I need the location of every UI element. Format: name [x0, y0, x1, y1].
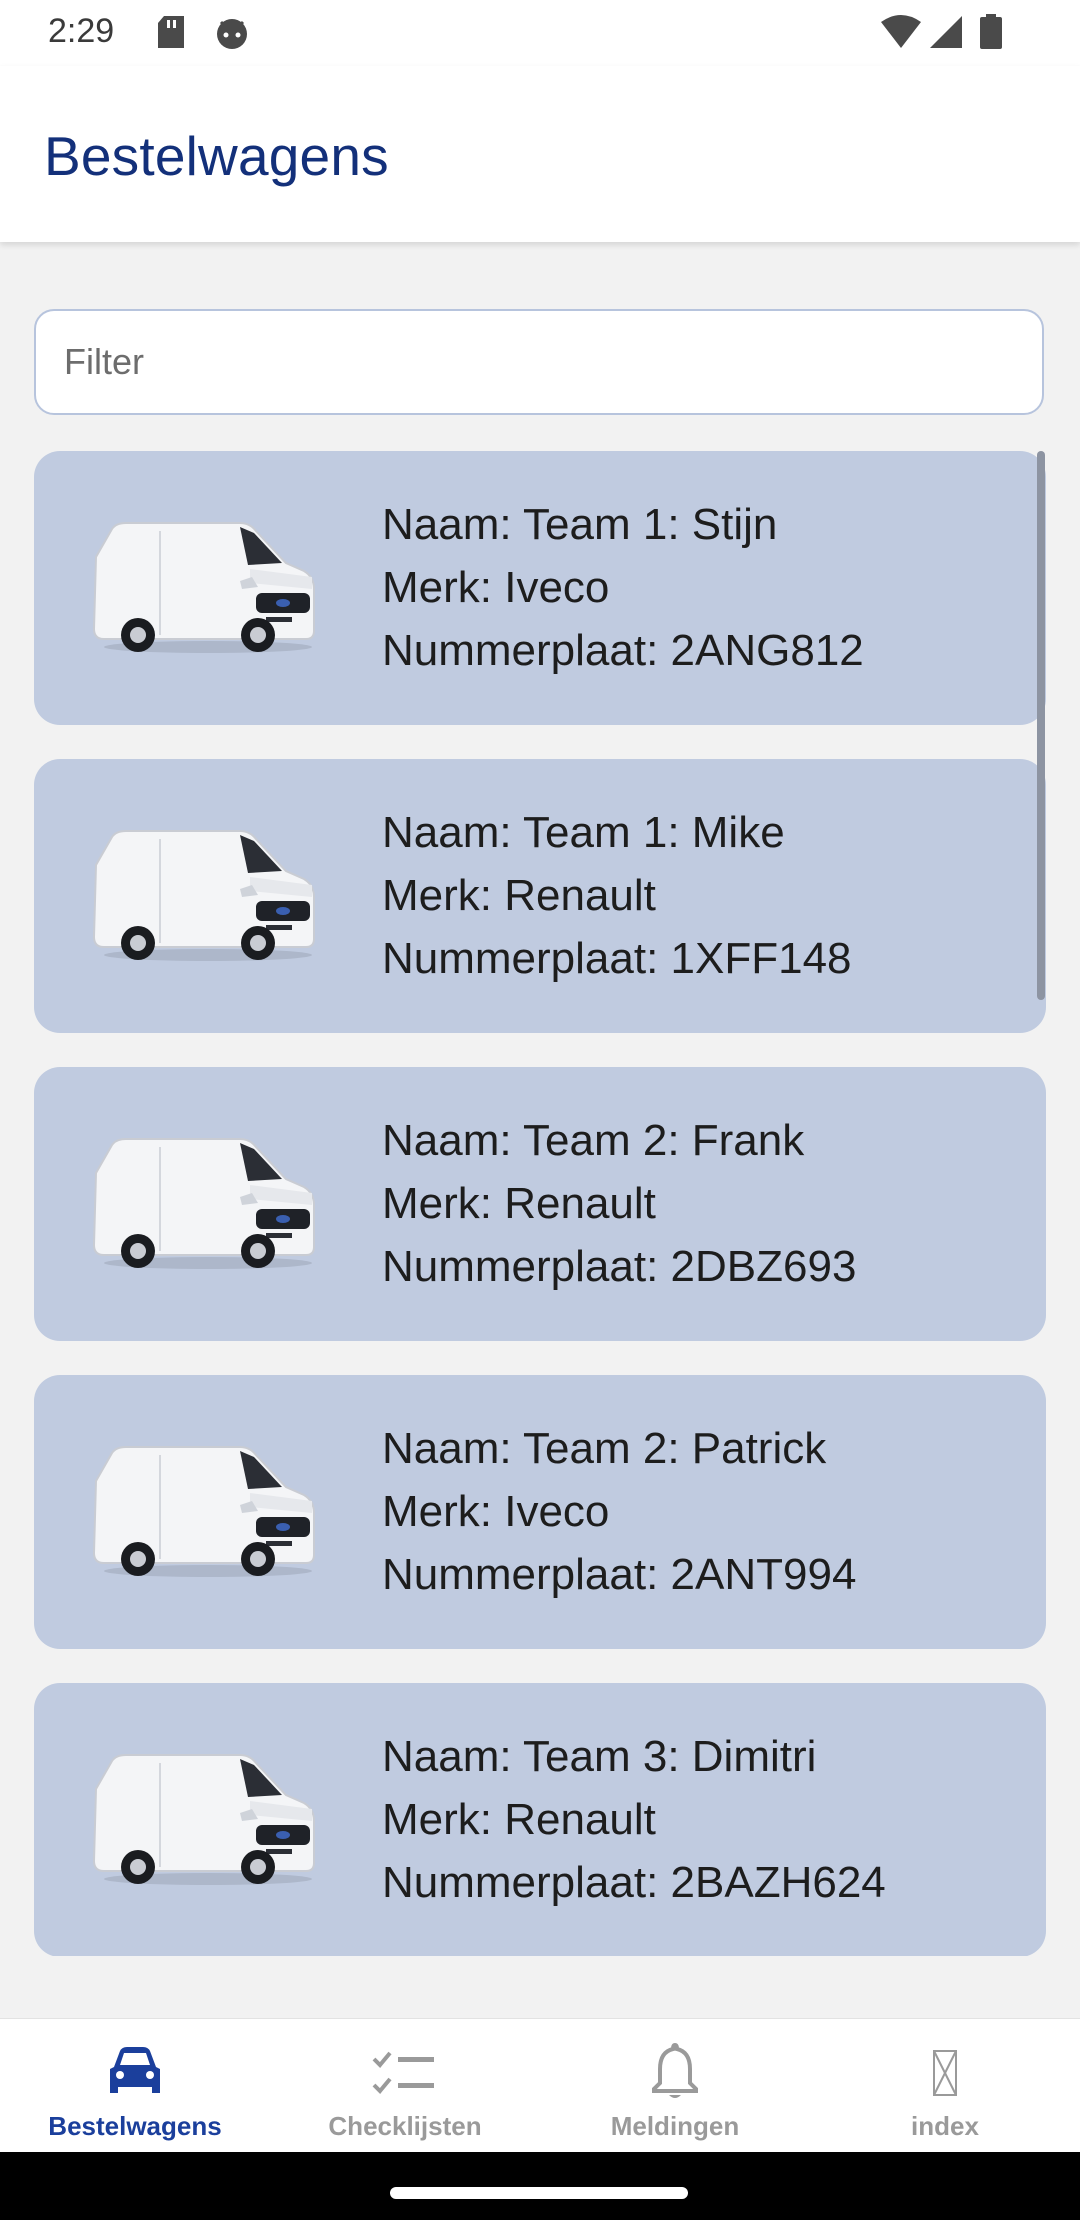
nav-label: Bestelwagens	[48, 2111, 222, 2141]
van-name: Naam: Team 1: Mike	[382, 808, 785, 857]
van-plate: Nummerplaat: 2ANG812	[382, 626, 864, 675]
app-bar: Bestelwagens	[0, 66, 1080, 242]
wifi-icon	[880, 14, 922, 55]
van-plate: Nummerplaat: 2ANT994	[382, 1550, 857, 1599]
van-card[interactable]: Naam: Team 1: Stijn Merk: Iveco Nummerpl…	[34, 451, 1046, 725]
van-name: Naam: Team 3: Dimitri	[382, 1732, 817, 1781]
sd-card-icon	[156, 14, 186, 55]
van-details: Naam: Team 2: Patrick Merk: Iveco Nummer…	[382, 1417, 856, 1606]
van-image	[90, 1133, 320, 1278]
van-plate: Nummerplaat: 2BAZH624	[382, 1858, 886, 1907]
page-title: Bestelwagens	[44, 125, 389, 187]
van-brand: Merk: Renault	[382, 871, 656, 920]
van-brand: Merk: Iveco	[382, 1487, 610, 1536]
van-brand: Merk: Iveco	[382, 563, 610, 612]
signal-icon	[928, 14, 964, 55]
car-icon	[100, 2041, 170, 2103]
van-image	[90, 825, 320, 970]
system-navigation-area	[0, 2152, 1080, 2220]
van-image	[90, 1749, 320, 1894]
van-card[interactable]: Naam: Team 3: Dimitri Merk: Renault Numm…	[34, 1683, 1046, 1956]
van-brand: Merk: Renault	[382, 1179, 656, 1228]
checklist-icon	[370, 2041, 440, 2103]
van-plate: Nummerplaat: 2DBZ693	[382, 1242, 857, 1291]
van-brand: Merk: Renault	[382, 1795, 656, 1844]
van-details: Naam: Team 1: Mike Merk: Renault Nummerp…	[382, 801, 852, 990]
van-list[interactable]: Naam: Team 1: Stijn Merk: Iveco Nummerpl…	[34, 451, 1046, 1956]
status-bar: 2:29	[0, 0, 1080, 66]
filter-field[interactable]	[34, 309, 1044, 415]
missing-glyph-icon	[910, 2041, 980, 2103]
nav-label: Checklijsten	[328, 2111, 482, 2141]
van-card[interactable]: Naam: Team 2: Frank Merk: Renault Nummer…	[34, 1067, 1046, 1341]
status-time: 2:29	[48, 12, 115, 50]
bottom-navigation: Bestelwagens Checklijsten Meldingen inde…	[0, 2018, 1080, 2153]
android-face-icon	[213, 14, 251, 55]
van-details: Naam: Team 1: Stijn Merk: Iveco Nummerpl…	[382, 493, 864, 682]
nav-item-meldingen[interactable]: Meldingen	[540, 2019, 810, 2153]
van-details: Naam: Team 2: Frank Merk: Renault Nummer…	[382, 1109, 856, 1298]
van-name: Naam: Team 2: Patrick	[382, 1424, 827, 1473]
nav-item-checklijsten[interactable]: Checklijsten	[270, 2019, 540, 2153]
van-details: Naam: Team 3: Dimitri Merk: Renault Numm…	[382, 1725, 886, 1914]
nav-label: index	[911, 2111, 979, 2141]
van-name: Naam: Team 1: Stijn	[382, 500, 778, 549]
list-scrollbar[interactable]	[1037, 451, 1045, 1000]
van-card[interactable]: Naam: Team 2: Patrick Merk: Iveco Nummer…	[34, 1375, 1046, 1649]
van-image	[90, 1441, 320, 1586]
nav-item-bestelwagens[interactable]: Bestelwagens	[0, 2019, 270, 2153]
van-image	[90, 517, 320, 662]
van-name: Naam: Team 2: Frank	[382, 1116, 805, 1165]
battery-icon	[978, 14, 1004, 55]
nav-label: Meldingen	[610, 2111, 740, 2141]
nav-item-index[interactable]: index	[810, 2019, 1080, 2153]
home-gesture-bar[interactable]	[390, 2187, 688, 2199]
bell-icon	[640, 2041, 710, 2103]
filter-input[interactable]	[36, 311, 1042, 413]
van-card[interactable]: Naam: Team 1: Mike Merk: Renault Nummerp…	[34, 759, 1046, 1033]
van-plate: Nummerplaat: 1XFF148	[382, 934, 852, 983]
